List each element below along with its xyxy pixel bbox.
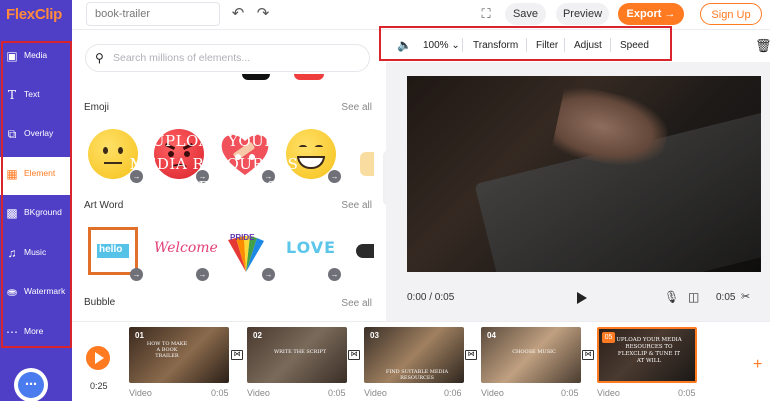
element-panel: ⚲ Search millions of elements... Emoji S… xyxy=(72,30,386,321)
add-clip-icon[interactable]: + xyxy=(753,356,762,374)
scissors-icon[interactable]: ✂ xyxy=(741,290,750,303)
see-all-art-word-link[interactable]: See all xyxy=(341,200,372,211)
timeline-duration: 0:25 xyxy=(90,381,108,391)
microphone-icon[interactable]: 🎙 xyxy=(664,290,679,304)
clip-type: Video xyxy=(247,388,270,398)
timeline-clip-5-selected[interactable]: 05 UPLOAD YOUR MEDIA RESOURCES TO FLEXCL… xyxy=(597,327,697,383)
search-placeholder: Search millions of elements... xyxy=(113,52,251,64)
clip-type: Video xyxy=(129,388,152,398)
playback-time: 0:00 / 0:05 xyxy=(407,292,455,303)
clip-caption: CHOOSE MUSIC xyxy=(512,349,556,355)
art-word-partial[interactable] xyxy=(356,244,374,258)
add-element-icon[interactable]: → xyxy=(196,268,209,281)
project-name-input[interactable]: book-trailer xyxy=(86,2,220,26)
timeline-clip-4[interactable]: 04 CHOOSE MUSIC xyxy=(481,327,581,383)
video-preview[interactable] xyxy=(407,76,761,272)
clip-length: 0:05 xyxy=(211,388,229,398)
art-word-welcome-text: Welcome xyxy=(154,240,218,256)
transition-icon[interactable]: ⋈ xyxy=(582,350,594,360)
toolbar-highlight-box xyxy=(379,26,672,61)
sidebar-highlight-box xyxy=(1,41,72,348)
element-thumb-partial[interactable] xyxy=(242,74,270,80)
play-icon xyxy=(95,352,104,364)
add-element-icon[interactable]: → xyxy=(328,170,341,183)
play-icon[interactable] xyxy=(577,292,587,304)
art-word-hello[interactable]: hello xyxy=(88,227,138,275)
art-word-pride[interactable]: PRIDE xyxy=(224,230,268,274)
art-word-love-text: LOVE xyxy=(286,238,337,257)
clip-type: Video xyxy=(364,388,387,398)
undo-icon[interactable]: ↶ xyxy=(230,6,246,22)
timeline-clip-1[interactable]: 01 HOW TO MAKE A BOOK TRAILER xyxy=(129,327,229,383)
video-overlay-line[interactable]: TUNE IT AT WILL xyxy=(99,201,329,219)
add-element-icon[interactable]: → xyxy=(262,268,275,281)
art-word-pride-text: PRIDE xyxy=(230,233,255,242)
clip-number: 02 xyxy=(253,331,262,340)
see-all-emoji-link[interactable]: See all xyxy=(341,102,372,113)
transition-icon[interactable]: ⋈ xyxy=(348,350,360,360)
transition-icon[interactable]: ⋈ xyxy=(465,350,477,360)
export-button[interactable]: Export → xyxy=(618,3,684,25)
element-thumb-partial[interactable] xyxy=(294,74,324,80)
see-all-bubble-link[interactable]: See all xyxy=(341,298,372,309)
redo-icon[interactable]: ↷ xyxy=(255,6,271,22)
chat-icon: ⋯ xyxy=(18,372,44,398)
clip-number: 04 xyxy=(487,331,496,340)
section-title-bubble: Bubble xyxy=(84,297,116,308)
flexclip-logo[interactable]: FlexClip xyxy=(0,0,72,30)
emoji-partial[interactable] xyxy=(360,152,374,176)
clip-caption: WRITE THE SCRIPT xyxy=(273,349,327,355)
clip-length: 0:06 xyxy=(444,388,462,398)
preview-button[interactable]: Preview xyxy=(556,3,609,25)
fullscreen-icon[interactable]: ⛶ xyxy=(478,6,494,22)
art-word-welcome[interactable]: Welcome xyxy=(154,240,218,264)
clip-caption: FIND SUITABLE MEDIA RESOURCES xyxy=(385,369,449,381)
clip-number: 01 xyxy=(135,331,144,340)
clip-type: Video xyxy=(481,388,504,398)
clip-number: 05 xyxy=(602,332,615,343)
clip-length: 0:05 xyxy=(328,388,346,398)
section-title-emoji: Emoji xyxy=(84,102,110,113)
split-icon[interactable]: ◫ xyxy=(688,290,699,304)
arrow-right-icon: → xyxy=(664,8,676,20)
element-search[interactable]: ⚲ Search millions of elements... xyxy=(85,44,370,72)
timeline-clip-3[interactable]: 03 FIND SUITABLE MEDIA RESOURCES xyxy=(364,327,464,383)
add-element-icon[interactable]: → xyxy=(328,268,341,281)
timeline-play-button[interactable] xyxy=(86,346,110,370)
video-overlay-line[interactable]: MEDIA RESOURCES xyxy=(99,155,329,173)
clip-length: 0:05 xyxy=(561,388,579,398)
video-overlay-line[interactable]: TO FLEXCLIP & xyxy=(99,178,329,196)
chat-help-button[interactable]: ⋯ xyxy=(14,368,48,401)
clip-type: Video xyxy=(597,388,620,398)
clip-caption: HOW TO MAKE A BOOK TRAILER xyxy=(146,341,188,359)
logo-text: FlexClip xyxy=(6,6,62,23)
clip-duration: 0:05 xyxy=(716,292,736,303)
video-shade xyxy=(407,76,761,272)
trash-icon[interactable]: 🗑 xyxy=(755,38,770,54)
art-word-hello-text: hello xyxy=(99,244,123,255)
timeline-clip-2[interactable]: 02 WRITE THE SCRIPT xyxy=(247,327,347,383)
video-overlay-line[interactable]: UPLOAD YOUR xyxy=(99,132,329,150)
transition-icon[interactable]: ⋈ xyxy=(231,350,243,360)
export-label: Export xyxy=(626,8,662,20)
clip-length: 0:05 xyxy=(678,388,696,398)
search-icon: ⚲ xyxy=(95,51,104,65)
signup-button[interactable]: Sign Up xyxy=(700,3,762,25)
clip-caption: UPLOAD YOUR MEDIA RESOURCES TO FLEXCLIP … xyxy=(616,337,682,364)
add-element-icon[interactable]: → xyxy=(130,268,143,281)
clip-number: 03 xyxy=(370,331,379,340)
art-word-love[interactable]: LOVE xyxy=(286,238,342,262)
save-button[interactable]: Save xyxy=(505,3,546,25)
